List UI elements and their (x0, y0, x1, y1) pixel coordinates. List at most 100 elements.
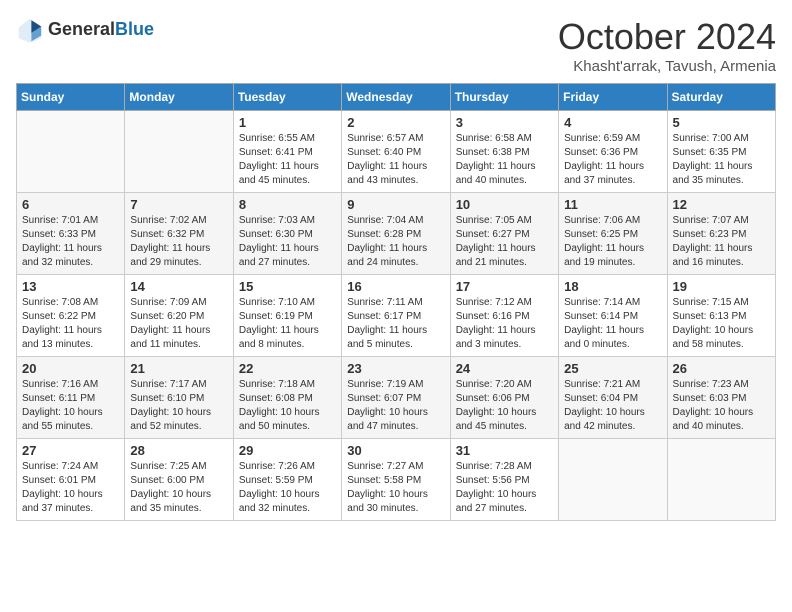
day-info: Sunrise: 7:24 AMSunset: 6:01 PMDaylight:… (22, 460, 119, 516)
day-info: Sunrise: 7:10 AMSunset: 6:19 PMDaylight:… (239, 296, 336, 352)
calendar-cell: 10 Sunrise: 7:05 AMSunset: 6:27 PMDayligh… (450, 193, 558, 275)
calendar-cell: 23 Sunrise: 7:19 AMSunset: 6:07 PMDayligh… (342, 357, 450, 439)
calendar-body: 1Sunrise: 6:55 AMSunset: 6:41 PMDaylight… (17, 111, 776, 521)
day-number: 25 (564, 361, 661, 376)
day-info: Sunrise: 7:23 AMSunset: 6:03 PMDaylight:… (673, 378, 770, 434)
day-number: 2 (347, 115, 444, 130)
day-info: Sunrise: 7:06 AMSunset: 6:25 PMDaylight:… (564, 214, 661, 270)
day-info: Sunrise: 7:05 AMSunset: 6:27 PMDaylight:… (456, 214, 553, 270)
day-number: 30 (347, 443, 444, 458)
logo: GeneralBlue (16, 16, 154, 44)
header-row: Sunday Monday Tuesday Wednesday Thursday… (17, 84, 776, 111)
calendar-week-1: 1Sunrise: 6:55 AMSunset: 6:41 PMDaylight… (17, 111, 776, 193)
day-number: 3 (456, 115, 553, 130)
calendar-cell: 31 Sunrise: 7:28 AMSunset: 5:56 PMDayligh… (450, 439, 558, 521)
day-number: 9 (347, 197, 444, 212)
day-info: Sunrise: 7:03 AMSunset: 6:30 PMDaylight:… (239, 214, 336, 270)
calendar-cell: 11 Sunrise: 7:06 AMSunset: 6:25 PMDayligh… (559, 193, 667, 275)
calendar-cell: 7 Sunrise: 7:02 AMSunset: 6:32 PMDaylight… (125, 193, 233, 275)
day-number: 26 (673, 361, 770, 376)
day-number: 7 (130, 197, 227, 212)
col-sunday: Sunday (17, 84, 125, 111)
day-number: 16 (347, 279, 444, 294)
day-number: 23 (347, 361, 444, 376)
calendar-cell: 18 Sunrise: 7:14 AMSunset: 6:14 PMDayligh… (559, 275, 667, 357)
day-number: 11 (564, 197, 661, 212)
col-wednesday: Wednesday (342, 84, 450, 111)
day-number: 18 (564, 279, 661, 294)
calendar-cell: 28Sunrise: 7:25 AMSunset: 6:00 PMDayligh… (125, 439, 233, 521)
calendar-week-4: 20 Sunrise: 7:16 AMSunset: 6:11 PMDayligh… (17, 357, 776, 439)
page-header: GeneralBlue October 2024 Khasht'arrak, T… (16, 16, 776, 75)
calendar-cell: 15 Sunrise: 7:10 AMSunset: 6:19 PMDayligh… (233, 275, 341, 357)
calendar-header: Sunday Monday Tuesday Wednesday Thursday… (17, 84, 776, 111)
calendar-week-2: 6Sunrise: 7:01 AMSunset: 6:33 PMDaylight… (17, 193, 776, 275)
calendar-cell: 29 Sunrise: 7:26 AMSunset: 5:59 PMDayligh… (233, 439, 341, 521)
day-info: Sunrise: 7:08 AMSunset: 6:22 PMDaylight:… (22, 296, 119, 352)
logo-text: GeneralBlue (48, 20, 154, 40)
calendar-cell (17, 111, 125, 193)
day-info: Sunrise: 7:28 AMSunset: 5:56 PMDaylight:… (456, 460, 553, 516)
calendar-cell: 4Sunrise: 6:59 AMSunset: 6:36 PMDaylight… (559, 111, 667, 193)
day-info: Sunrise: 7:04 AMSunset: 6:28 PMDaylight:… (347, 214, 444, 270)
col-saturday: Saturday (667, 84, 775, 111)
day-number: 10 (456, 197, 553, 212)
calendar-cell: 14 Sunrise: 7:09 AMSunset: 6:20 PMDayligh… (125, 275, 233, 357)
calendar-cell: 17Sunrise: 7:12 AMSunset: 6:16 PMDayligh… (450, 275, 558, 357)
day-info: Sunrise: 7:01 AMSunset: 6:33 PMDaylight:… (22, 214, 119, 270)
calendar-cell: 5 Sunrise: 7:00 AMSunset: 6:35 PMDaylight… (667, 111, 775, 193)
day-info: Sunrise: 7:18 AMSunset: 6:08 PMDaylight:… (239, 378, 336, 434)
day-info: Sunrise: 7:27 AMSunset: 5:58 PMDaylight:… (347, 460, 444, 516)
calendar-cell: 3Sunrise: 6:58 AMSunset: 6:38 PMDaylight… (450, 111, 558, 193)
day-info: Sunrise: 7:02 AMSunset: 6:32 PMDaylight:… (130, 214, 227, 270)
calendar-cell: 24Sunrise: 7:20 AMSunset: 6:06 PMDayligh… (450, 357, 558, 439)
calendar-cell: 13 Sunrise: 7:08 AMSunset: 6:22 PMDayligh… (17, 275, 125, 357)
calendar-cell (125, 111, 233, 193)
day-number: 8 (239, 197, 336, 212)
day-info: Sunrise: 7:19 AMSunset: 6:07 PMDaylight:… (347, 378, 444, 434)
day-info: Sunrise: 7:07 AMSunset: 6:23 PMDaylight:… (673, 214, 770, 270)
calendar-cell: 21 Sunrise: 7:17 AMSunset: 6:10 PMDayligh… (125, 357, 233, 439)
calendar-cell: 26 Sunrise: 7:23 AMSunset: 6:03 PMDayligh… (667, 357, 775, 439)
day-info: Sunrise: 7:17 AMSunset: 6:10 PMDaylight:… (130, 378, 227, 434)
calendar-cell: 12Sunrise: 7:07 AMSunset: 6:23 PMDayligh… (667, 193, 775, 275)
day-info: Sunrise: 7:14 AMSunset: 6:14 PMDaylight:… (564, 296, 661, 352)
day-info: Sunrise: 7:20 AMSunset: 6:06 PMDaylight:… (456, 378, 553, 434)
location-subtitle: Khasht'arrak, Tavush, Armenia (558, 58, 776, 75)
day-info: Sunrise: 7:26 AMSunset: 5:59 PMDaylight:… (239, 460, 336, 516)
day-number: 20 (22, 361, 119, 376)
day-info: Sunrise: 7:09 AMSunset: 6:20 PMDaylight:… (130, 296, 227, 352)
day-number: 5 (673, 115, 770, 130)
day-number: 13 (22, 279, 119, 294)
day-number: 21 (130, 361, 227, 376)
month-title: October 2024 (558, 16, 776, 58)
day-number: 15 (239, 279, 336, 294)
day-info: Sunrise: 6:59 AMSunset: 6:36 PMDaylight:… (564, 132, 661, 188)
day-number: 14 (130, 279, 227, 294)
calendar-cell: 20 Sunrise: 7:16 AMSunset: 6:11 PMDayligh… (17, 357, 125, 439)
day-info: Sunrise: 7:15 AMSunset: 6:13 PMDaylight:… (673, 296, 770, 352)
day-number: 29 (239, 443, 336, 458)
col-monday: Monday (125, 84, 233, 111)
calendar-cell: 16Sunrise: 7:11 AMSunset: 6:17 PMDayligh… (342, 275, 450, 357)
day-number: 19 (673, 279, 770, 294)
day-info: Sunrise: 6:55 AMSunset: 6:41 PMDaylight:… (239, 132, 336, 188)
calendar-week-3: 13 Sunrise: 7:08 AMSunset: 6:22 PMDayligh… (17, 275, 776, 357)
day-info: Sunrise: 7:00 AMSunset: 6:35 PMDaylight:… (673, 132, 770, 188)
day-info: Sunrise: 7:16 AMSunset: 6:11 PMDaylight:… (22, 378, 119, 434)
day-info: Sunrise: 7:12 AMSunset: 6:16 PMDaylight:… (456, 296, 553, 352)
calendar-cell: 22 Sunrise: 7:18 AMSunset: 6:08 PMDayligh… (233, 357, 341, 439)
calendar-table: Sunday Monday Tuesday Wednesday Thursday… (16, 83, 776, 521)
calendar-cell: 27Sunrise: 7:24 AMSunset: 6:01 PMDayligh… (17, 439, 125, 521)
day-info: Sunrise: 7:25 AMSunset: 6:00 PMDaylight:… (130, 460, 227, 516)
logo-icon (16, 16, 44, 44)
calendar-cell: 6Sunrise: 7:01 AMSunset: 6:33 PMDaylight… (17, 193, 125, 275)
day-number: 31 (456, 443, 553, 458)
calendar-cell (667, 439, 775, 521)
col-friday: Friday (559, 84, 667, 111)
col-thursday: Thursday (450, 84, 558, 111)
day-number: 22 (239, 361, 336, 376)
calendar-cell: 25 Sunrise: 7:21 AMSunset: 6:04 PMDayligh… (559, 357, 667, 439)
col-tuesday: Tuesday (233, 84, 341, 111)
day-info: Sunrise: 7:21 AMSunset: 6:04 PMDaylight:… (564, 378, 661, 434)
